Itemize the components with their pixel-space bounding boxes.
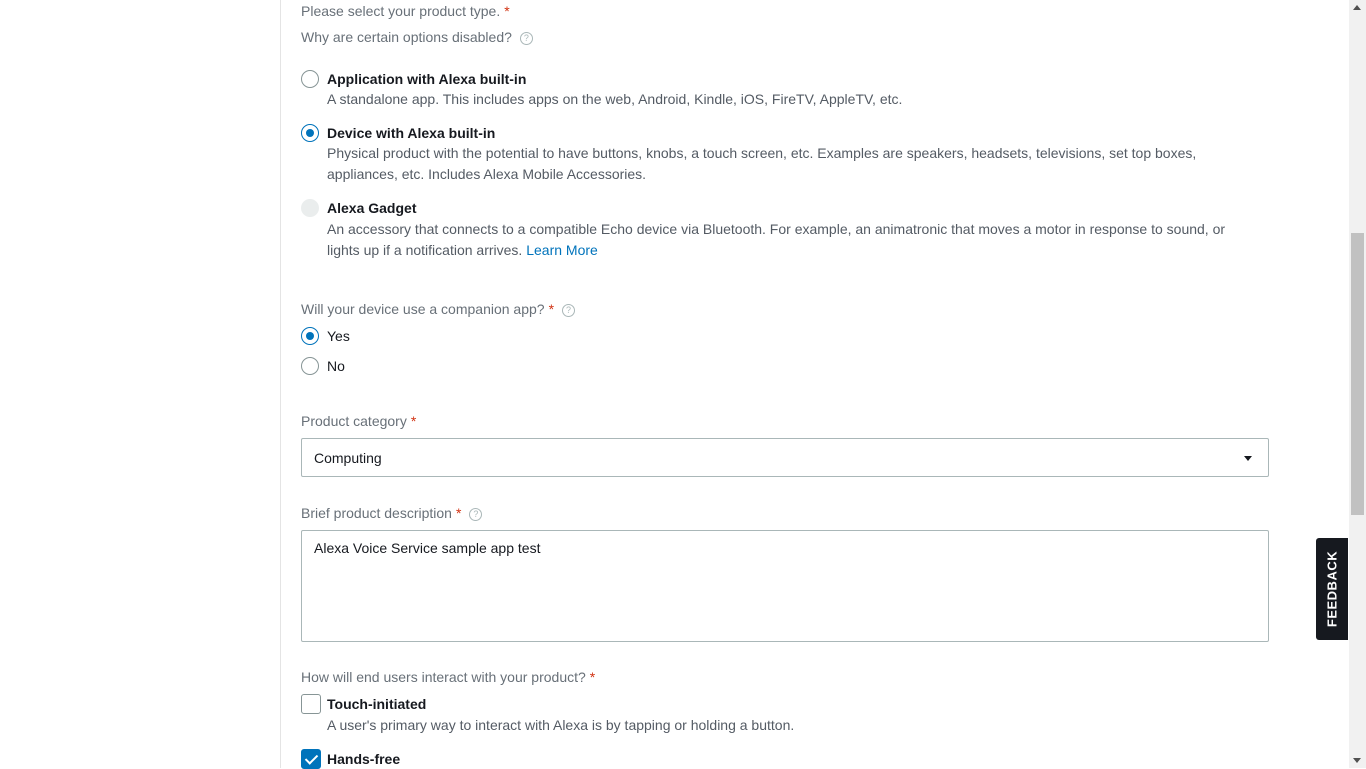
product-category-select[interactable]: Computing	[301, 438, 1269, 477]
option-desc-device-line1: Physical product with the potential to h…	[327, 145, 1197, 161]
option-desc-gadget-line2: lights up if a notification arrives. Lea…	[327, 240, 1267, 261]
scrollbar-thumb[interactable]	[1351, 233, 1364, 515]
option-title-application[interactable]: Application with Alexa built-in	[327, 71, 526, 87]
disabled-options-hint-text: Why are certain options disabled?	[301, 29, 512, 45]
product-type-label: Please select your product type. *	[301, 3, 510, 19]
caret-down-icon	[1244, 456, 1252, 461]
left-navigation-panel	[0, 0, 281, 768]
product-category-label-text: Product category	[301, 413, 407, 429]
option-desc-device-line2: appliances, etc. Includes Alexa Mobile A…	[327, 166, 647, 182]
radio-device-alexa-built-in[interactable]	[301, 124, 319, 142]
product-category-label: Product category *	[301, 413, 416, 429]
required-mark: *	[504, 3, 510, 19]
option-title-touch-initiated[interactable]: Touch-initiated	[327, 696, 426, 712]
checkbox-touch-initiated[interactable]	[301, 694, 321, 714]
option-desc-device: Physical product with the potential to h…	[327, 143, 1247, 185]
radio-alexa-gadget	[301, 199, 319, 217]
radio-application-alexa-built-in[interactable]	[301, 70, 319, 88]
disabled-options-hint: Why are certain options disabled??	[301, 29, 533, 45]
scroll-up-arrow-icon[interactable]	[1353, 5, 1361, 10]
description-label-text: Brief product description	[301, 505, 452, 521]
companion-app-label-text: Will your device use a companion app?	[301, 301, 545, 317]
companion-app-label: Will your device use a companion app? *?	[301, 301, 576, 317]
required-mark: *	[548, 301, 555, 317]
product-description-value: Alexa Voice Service sample app test	[314, 540, 541, 556]
interaction-label-text: How will end users interact with your pr…	[301, 669, 586, 685]
option-title-gadget: Alexa Gadget	[327, 200, 417, 216]
option-title-device[interactable]: Device with Alexa built-in	[327, 125, 495, 141]
companion-yes-label[interactable]: Yes	[327, 328, 350, 344]
help-icon[interactable]: ?	[562, 304, 576, 317]
product-category-value: Computing	[314, 450, 382, 466]
option-desc-gadget-line1: An accessory that connects to a compatib…	[327, 221, 1226, 237]
required-mark: *	[410, 413, 417, 429]
scroll-down-arrow-icon[interactable]	[1353, 758, 1361, 763]
interaction-label: How will end users interact with your pr…	[301, 669, 595, 685]
product-details-form: Please select your product type. * Why ar…	[301, 0, 1269, 769]
help-icon[interactable]: ?	[519, 32, 533, 45]
option-desc-gadget: An accessory that connects to a compatib…	[327, 219, 1267, 261]
help-icon[interactable]: ?	[469, 508, 483, 521]
checkbox-hands-free[interactable]	[301, 749, 321, 769]
option-desc-application: A standalone app. This includes apps on …	[327, 91, 903, 107]
companion-no-label[interactable]: No	[327, 358, 345, 374]
radio-companion-yes[interactable]	[301, 327, 319, 345]
description-label: Brief product description *?	[301, 505, 483, 521]
product-type-label-text: Please select your product type.	[301, 3, 501, 19]
required-mark: *	[455, 505, 462, 521]
product-description-textarea[interactable]: Alexa Voice Service sample app test	[301, 530, 1269, 642]
feedback-tab-label: FEEDBACK	[1324, 550, 1340, 628]
feedback-tab[interactable]: FEEDBACK	[1316, 538, 1348, 640]
radio-companion-no[interactable]	[301, 357, 319, 375]
page-scrollbar[interactable]	[1349, 0, 1366, 768]
required-mark: *	[589, 669, 596, 685]
option-title-hands-free[interactable]: Hands-free	[327, 751, 400, 767]
option-desc-gadget-line2-text: lights up if a notification arrives.	[327, 242, 523, 258]
option-desc-touch-initiated: A user's primary way to interact with Al…	[327, 717, 795, 733]
learn-more-link[interactable]: Learn More	[526, 242, 598, 258]
